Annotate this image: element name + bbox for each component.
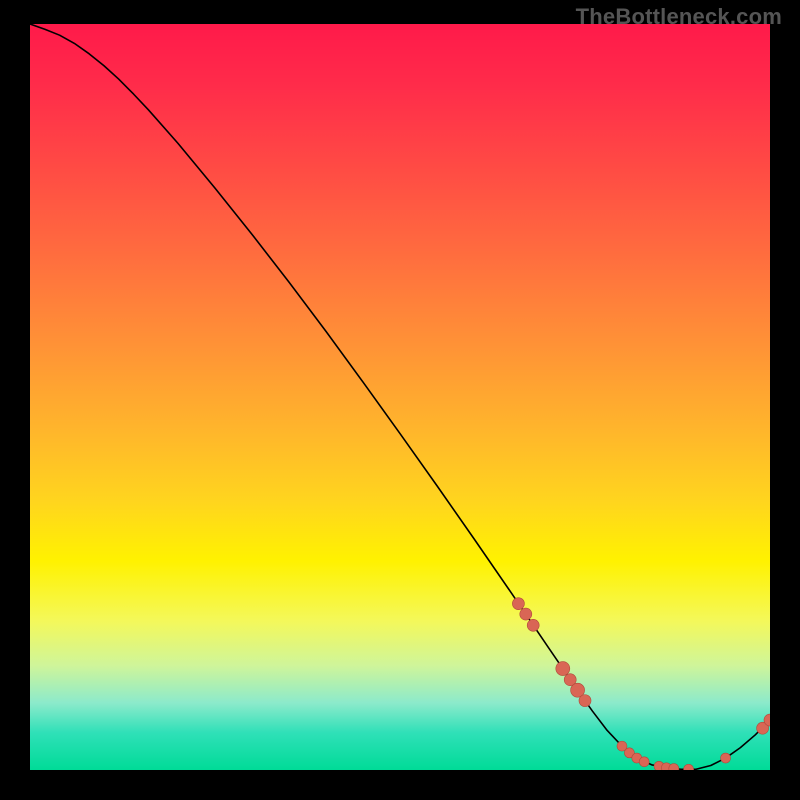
data-marker [579, 695, 591, 707]
plot-area [30, 24, 770, 770]
data-marker [512, 598, 524, 610]
data-marker [520, 608, 532, 620]
data-marker [684, 764, 694, 770]
bottleneck-curve [30, 24, 770, 769]
data-marker [639, 757, 649, 767]
data-marker [527, 619, 539, 631]
data-markers-group [512, 598, 770, 770]
plot-overlay-svg [30, 24, 770, 770]
page-root: TheBottleneck.com [0, 0, 800, 800]
data-marker [721, 753, 731, 763]
data-marker [556, 662, 570, 676]
